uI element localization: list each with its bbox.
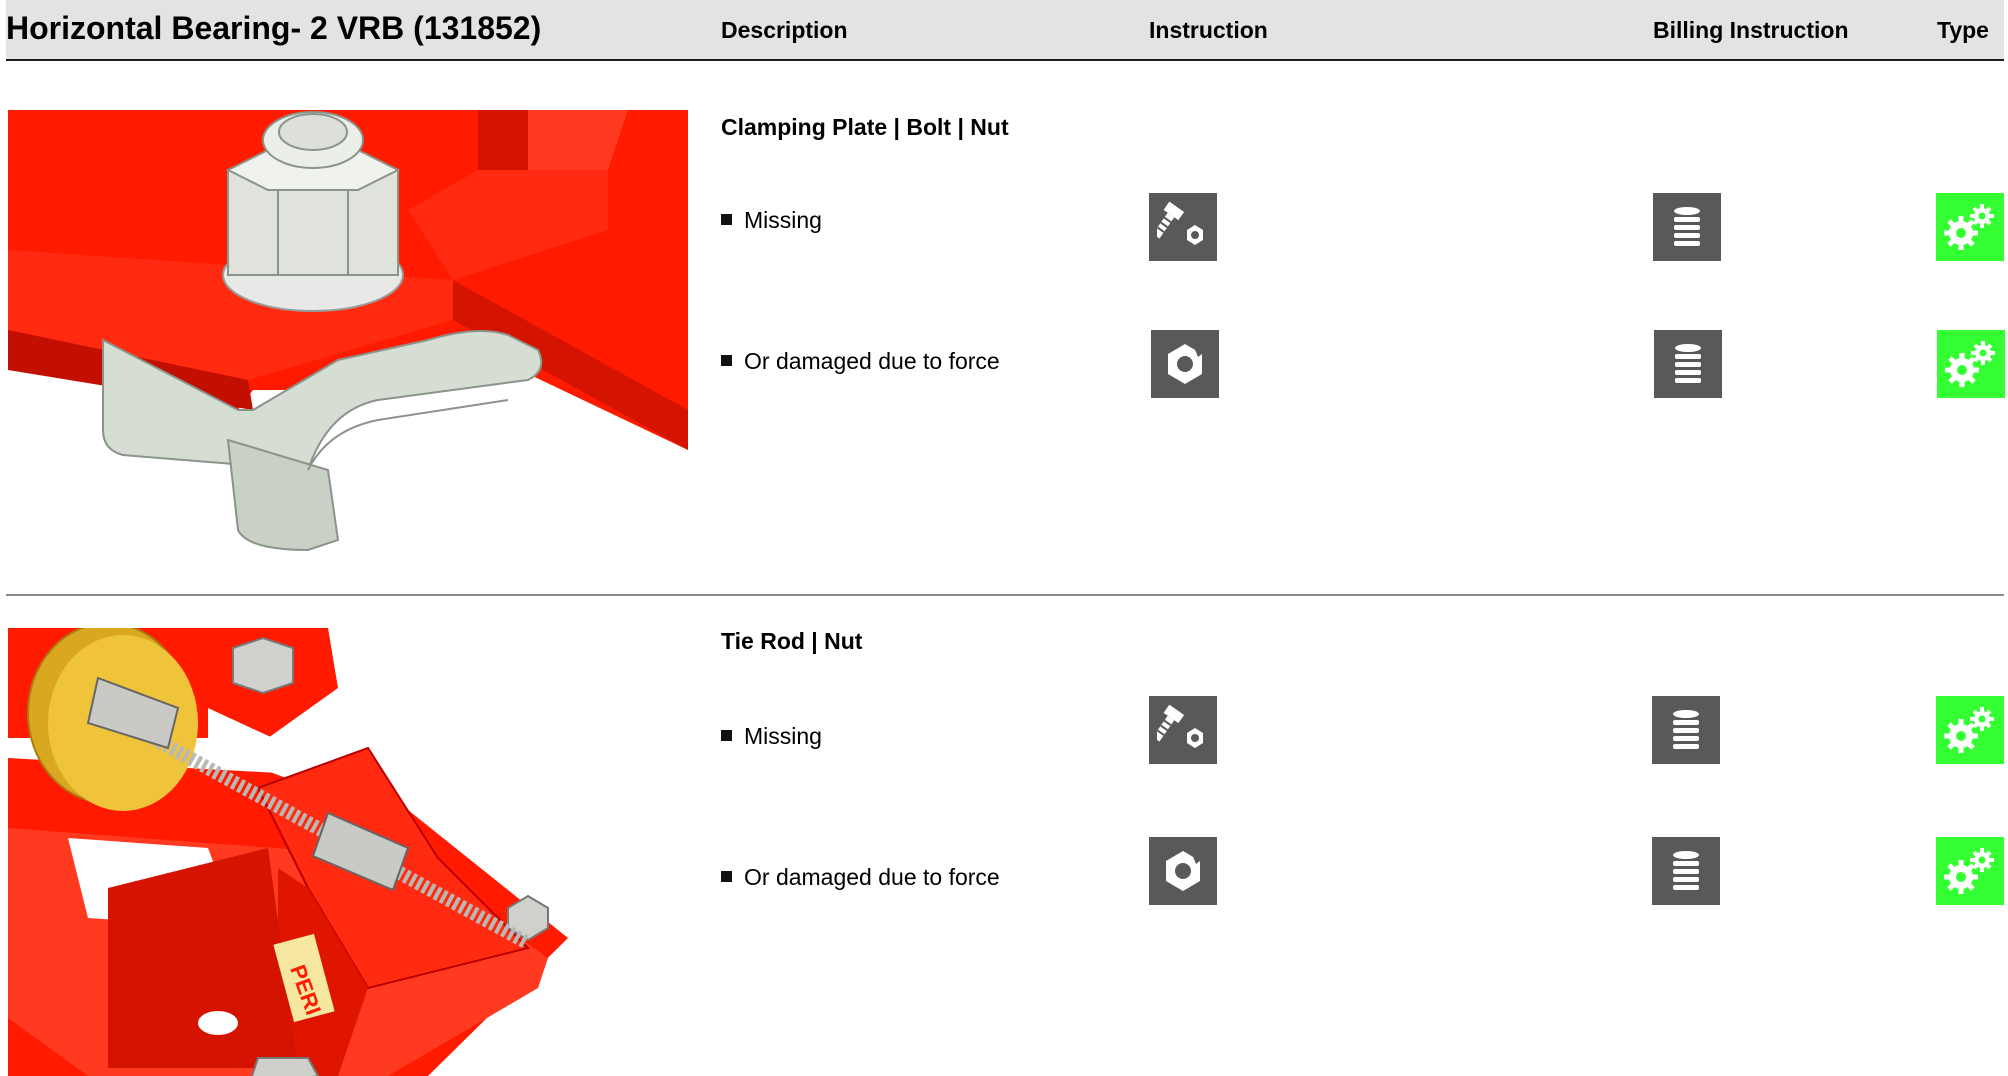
damaged-nut-icon[interactable] bbox=[1151, 330, 1219, 398]
coin-stack-icon[interactable] bbox=[1654, 330, 1722, 398]
damaged-nut-icon[interactable] bbox=[1149, 837, 1217, 905]
gears-icon[interactable] bbox=[1936, 837, 2004, 905]
list-item: Or damaged due to force bbox=[721, 864, 1000, 891]
gears-icon[interactable] bbox=[1936, 696, 2004, 764]
tie-rod-image: PERI bbox=[8, 628, 573, 1076]
section-tie-rod: PERI Tie Rod | Nut Missing Or damaged du… bbox=[0, 596, 2008, 1076]
item-text: Missing bbox=[744, 723, 822, 749]
group-title: Clamping Plate | Bolt | Nut bbox=[721, 114, 1009, 140]
clamping-plate-image bbox=[8, 110, 688, 555]
item-text: Missing bbox=[744, 207, 822, 233]
list-item: Missing bbox=[721, 207, 822, 234]
list-item: Missing bbox=[721, 723, 822, 750]
group-title: Tie Rod | Nut bbox=[721, 628, 863, 654]
gears-icon[interactable] bbox=[1937, 330, 2005, 398]
item-text: Or damaged due to force bbox=[744, 348, 1000, 374]
bullet-icon bbox=[721, 871, 732, 883]
section-clamping-plate: Clamping Plate | Bolt | Nut Missing Or d… bbox=[0, 0, 2008, 594]
item-text: Or damaged due to force bbox=[744, 864, 1000, 890]
coin-stack-icon[interactable] bbox=[1652, 837, 1720, 905]
bullet-icon bbox=[721, 214, 732, 226]
coin-stack-icon[interactable] bbox=[1652, 696, 1720, 764]
list-item: Or damaged due to force bbox=[721, 348, 1000, 375]
bolt-nut-icon[interactable] bbox=[1149, 193, 1217, 261]
bolt-nut-icon[interactable] bbox=[1149, 696, 1217, 764]
gears-icon[interactable] bbox=[1936, 193, 2004, 261]
coin-stack-icon[interactable] bbox=[1653, 193, 1721, 261]
bullet-icon bbox=[721, 355, 732, 367]
bullet-icon bbox=[721, 730, 732, 742]
